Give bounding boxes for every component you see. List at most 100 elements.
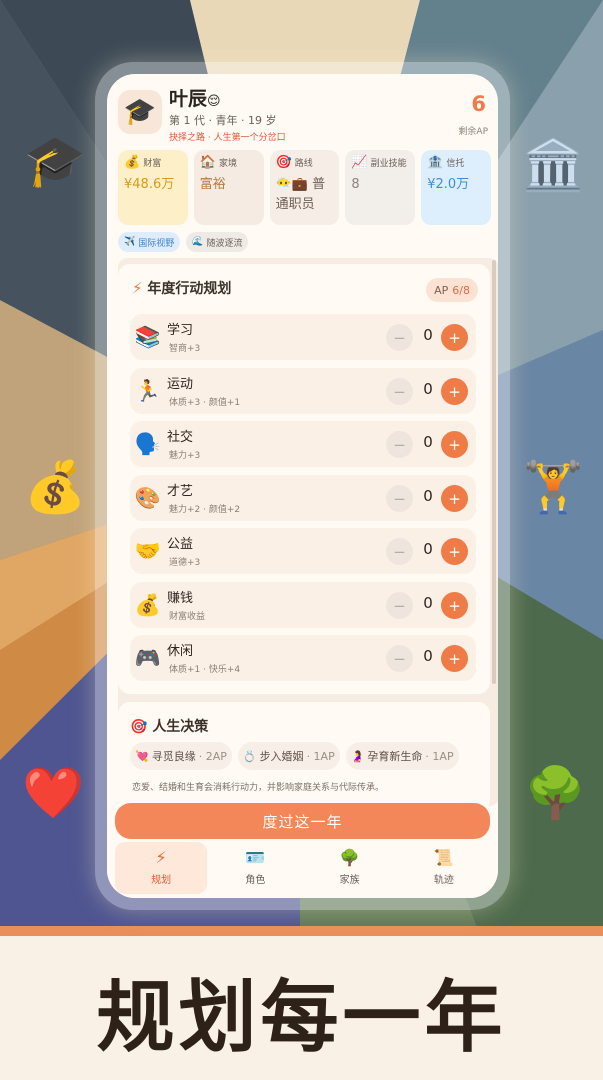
scroll-icon: 📜 (433, 848, 454, 867)
bank-icon: 🏦 (427, 155, 444, 170)
decision-description: 恋爱、结婚和生育会消耗行动力，并影响家庭关系与代际传承。 (132, 783, 385, 793)
trait-tag[interactable]: 🌊 随波逐流 (186, 232, 249, 252)
action-count: 0 (423, 540, 433, 558)
action-effect: 魅力+3 (169, 451, 201, 461)
remaining-ap-label: 剩余AP (458, 127, 488, 137)
stat-card-side-skill[interactable]: 📈 副业技能 8 (345, 150, 416, 225)
ap-badge-value: 6/8 (452, 283, 470, 297)
money-bag-icon: 💰 (134, 592, 162, 617)
pass-year-button[interactable]: 度过这一年 (115, 803, 490, 839)
action-effect: 财富收益 (169, 612, 206, 622)
trait-label: 国际视野 (138, 238, 175, 249)
stat-value: 富裕 (199, 177, 226, 192)
action-count: 0 (423, 433, 433, 451)
house-icon: 🏠 (199, 155, 216, 170)
target-icon: 🎯 (275, 155, 292, 170)
character-header: 🎓 叶辰😌 第 1 代 · 青年 · 19 岁 抉择之路 · 人生第一个分岔口 … (107, 74, 498, 150)
chip-label: 寻觅良缘 (151, 750, 196, 763)
increment-button[interactable]: + (441, 645, 468, 672)
stat-card-wealth[interactable]: 💰 财富 ¥48.6万 (118, 150, 188, 225)
action-name: 赚钱 (167, 591, 194, 606)
action-name: 休闲 (167, 644, 194, 659)
target-icon: 🎯 (130, 719, 148, 735)
graduation-cap-icon: 🎓 (24, 132, 87, 190)
action-row-talent: 🎨 才艺 魅力+2 · 颜值+2 − 0 + (130, 475, 476, 521)
heart-arrow-icon: 💘 (135, 749, 149, 763)
action-name: 学习 (167, 323, 194, 338)
action-row-study: 📚 学习 智商+3 − 0 + (130, 314, 476, 360)
decrement-button[interactable]: − (386, 324, 413, 351)
poster-border (0, 926, 603, 936)
stat-value: ¥2.0万 (427, 177, 470, 192)
tab-trajectory[interactable]: 📜 轨迹 (398, 842, 490, 894)
handshake-icon: 🤝 (134, 538, 162, 563)
mood-icon: 😌 (207, 94, 221, 109)
increment-button[interactable]: + (441, 431, 468, 458)
chip-ap-cost: · 1AP (306, 749, 335, 763)
increment-button[interactable]: + (441, 378, 468, 405)
tab-character[interactable]: 🪪 角色 (209, 842, 301, 894)
stat-label: 家境 (218, 159, 237, 169)
action-row-social: 🗣️ 社交 魅力+3 − 0 + (130, 421, 476, 467)
tree-icon: 🌳 (339, 848, 360, 867)
increment-button[interactable]: + (441, 592, 468, 619)
gamepad-icon: 🎮 (134, 645, 162, 670)
palette-icon: 🎨 (134, 485, 162, 510)
stat-card-trust[interactable]: 🏦 信托 ¥2.0万 (421, 150, 491, 225)
action-effect: 道德+3 (169, 558, 201, 568)
main-scroll-area[interactable]: ⚡ 年度行动规划 AP 6/8 📚 学习 智商+3 − 0 + 🏃 运动 体质+… (118, 258, 498, 806)
decision-chip-marriage[interactable]: 💍 步入婚姻 · 1AP (237, 742, 340, 770)
ap-badge: AP 6/8 (426, 278, 478, 302)
increment-button[interactable]: + (441, 324, 468, 351)
decision-chips: 💘 寻觅良缘 · 2AP 💍 步入婚姻 · 1AP 🤰 孕育新生命 · 1AP (130, 742, 459, 770)
id-card-icon: 🪪 (245, 848, 266, 867)
avatar[interactable]: 🎓 (118, 90, 162, 134)
trait-label: 随波逐流 (206, 238, 243, 249)
decision-chip-new-life[interactable]: 🤰 孕育新生命 · 1AP (345, 742, 459, 770)
tab-family[interactable]: 🌳 家族 (304, 842, 396, 894)
action-count: 0 (423, 326, 433, 344)
action-effect: 魅力+2 · 颜值+2 (169, 505, 241, 515)
books-icon: 📚 (134, 324, 162, 349)
chip-label: 步入婚姻 (259, 750, 304, 763)
decrement-button[interactable]: − (386, 431, 413, 458)
chip-ap-cost: · 1AP (425, 749, 454, 763)
trait-tag[interactable]: ✈️ 国际视野 (118, 232, 181, 252)
stat-card-family[interactable]: 🏠 家境 富裕 (193, 150, 264, 225)
stat-label: 财富 (143, 159, 162, 169)
scrollbar[interactable] (492, 260, 496, 684)
airplane-icon: ✈️ (124, 237, 136, 247)
stat-value: 😶‍🌫️💼 普通职员 (275, 177, 326, 212)
decrement-button[interactable]: − (386, 378, 413, 405)
action-count: 0 (423, 487, 433, 505)
stat-card-route[interactable]: 🎯 路线 😶‍🌫️💼 普通职员 (269, 150, 340, 225)
decrement-button[interactable]: − (386, 538, 413, 565)
action-name: 公益 (167, 537, 194, 552)
character-name: 叶辰😌 (169, 88, 221, 110)
action-effect: 体质+1 · 快乐+4 (169, 665, 241, 675)
heart-with-bread-icon: ❤️ (22, 764, 85, 822)
action-row-charity: 🤝 公益 道德+3 − 0 + (130, 528, 476, 574)
chip-ap-cost: · 2AP (198, 749, 227, 763)
ap-badge-label: AP (434, 283, 449, 297)
decrement-button[interactable]: − (386, 645, 413, 672)
tab-label: 规划 (151, 875, 172, 886)
increment-button[interactable]: + (441, 485, 468, 512)
action-row-earn-money: 💰 赚钱 财富收益 − 0 + (130, 582, 476, 628)
tab-label: 家族 (339, 875, 360, 886)
lightning-icon: ⚡ (132, 279, 143, 297)
action-row-leisure: 🎮 休闲 体质+1 · 快乐+4 − 0 + (130, 635, 476, 681)
action-name: 运动 (167, 377, 194, 392)
tree-icon: 🌳 (524, 764, 587, 822)
tab-plan[interactable]: ⚡ 规划 (115, 842, 208, 894)
stat-label: 副业技能 (370, 159, 407, 169)
pregnant-icon: 🤰 (350, 749, 365, 763)
speaking-head-icon: 🗣️ (134, 431, 162, 456)
decision-chip-find-love[interactable]: 💘 寻觅良缘 · 2AP (130, 742, 232, 770)
stat-cards: 💰 财富 ¥48.6万 🏠 家境 富裕 🎯 路线 😶‍🌫️💼 普通职员 📈 副业技能 8… (118, 150, 491, 225)
stat-label: 信托 (446, 159, 465, 169)
decrement-button[interactable]: − (386, 485, 413, 512)
slogan-text: 规划每一年 (96, 973, 507, 1063)
increment-button[interactable]: + (441, 538, 468, 565)
decrement-button[interactable]: − (386, 592, 413, 619)
